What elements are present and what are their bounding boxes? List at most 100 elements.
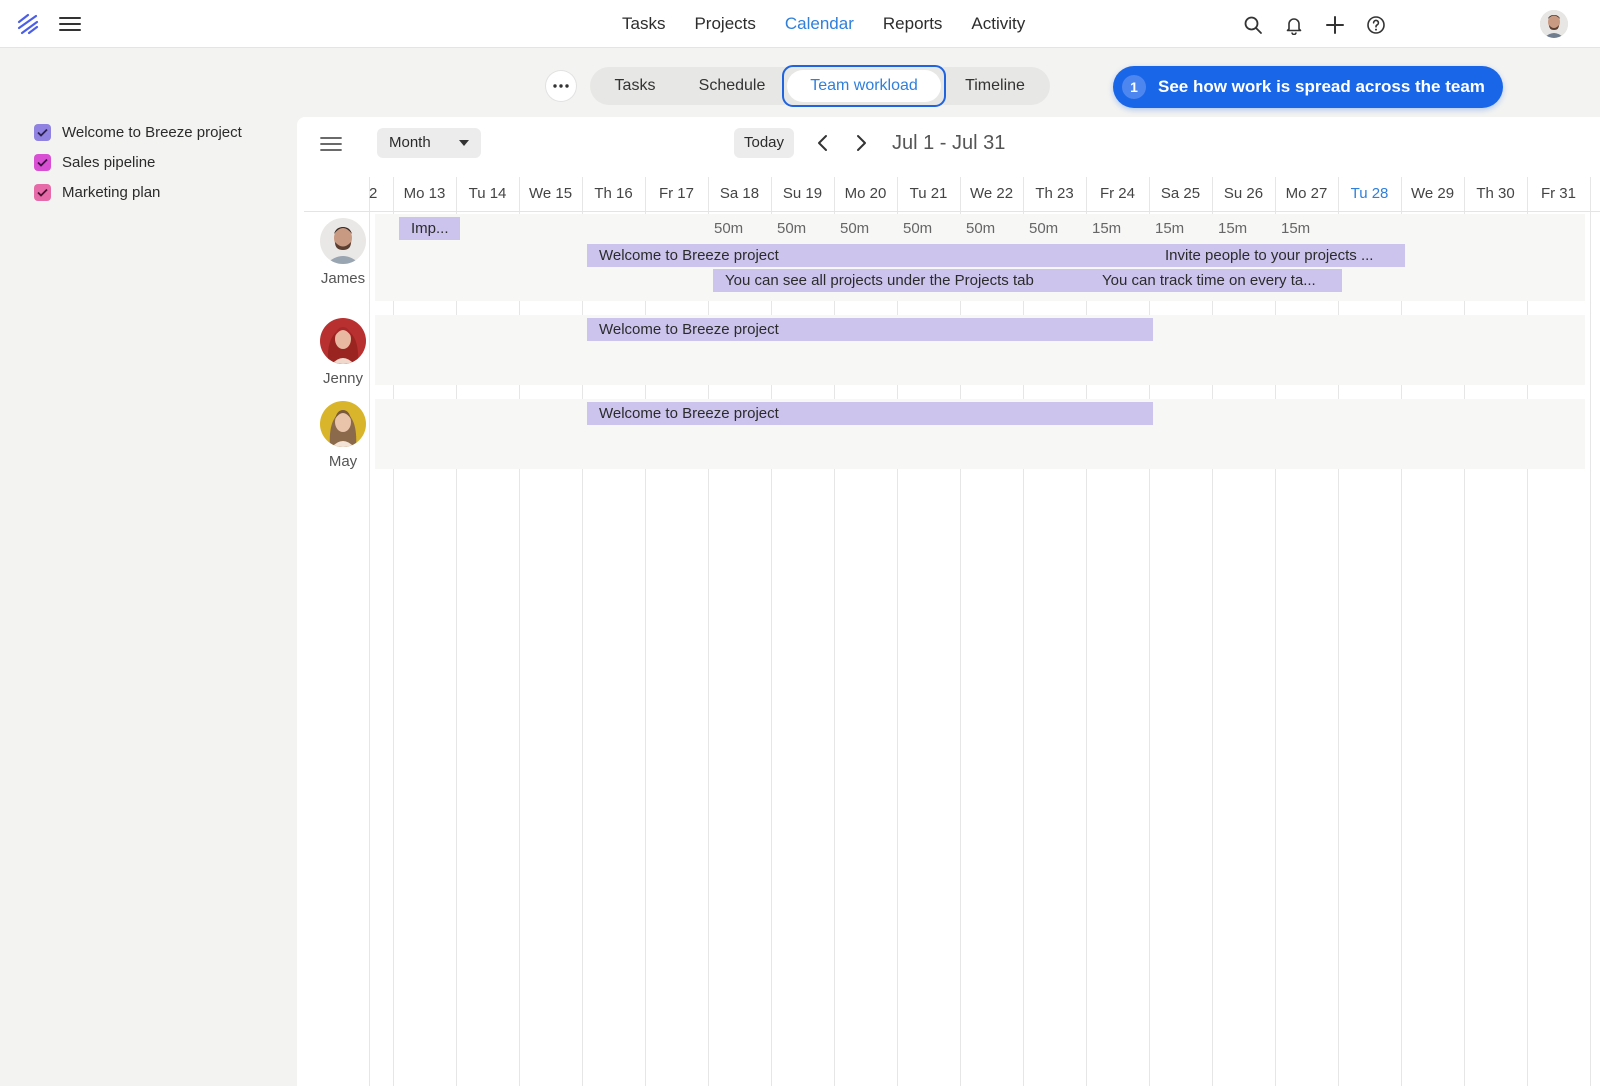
task-bar[interactable]: Invite people to your projects ...	[1153, 244, 1405, 267]
workload-duration: 15m	[1218, 220, 1248, 237]
grid-line	[897, 177, 898, 1086]
view-period-select[interactable]: Month	[377, 128, 481, 158]
person-may[interactable]: May	[308, 401, 378, 470]
day-header: 2	[369, 185, 378, 202]
workload-duration: 50m	[966, 220, 996, 237]
nav-reports[interactable]: Reports	[883, 14, 943, 34]
day-header: We 22	[969, 185, 1014, 202]
task-bar[interactable]: You can see all projects under the Proje…	[713, 269, 1090, 292]
grid-line	[369, 177, 370, 1086]
bell-icon[interactable]	[1284, 15, 1304, 35]
grid-line	[708, 177, 709, 1086]
tip-step-number: 1	[1122, 75, 1146, 99]
task-bar[interactable]: Welcome to Breeze project	[587, 318, 1153, 341]
checkbox-checked-icon[interactable]	[34, 123, 51, 141]
checkbox-checked-icon[interactable]	[34, 153, 51, 171]
grid-line	[1149, 177, 1150, 1086]
grid-line	[456, 177, 457, 1086]
nav-calendar[interactable]: Calendar	[785, 14, 854, 34]
tab-timeline[interactable]: Timeline	[950, 67, 1040, 105]
grid-line	[1527, 177, 1528, 1086]
day-header: We 29	[1410, 185, 1455, 202]
day-header: Fr 24	[1099, 185, 1135, 202]
workload-duration: 15m	[1281, 220, 1311, 237]
workload-duration: 50m	[714, 220, 744, 237]
day-header: Tu 21	[909, 185, 948, 202]
day-header: Su 26	[1223, 185, 1264, 202]
grid-line	[1275, 177, 1276, 1086]
plus-icon[interactable]	[1325, 15, 1345, 35]
grid-line	[771, 177, 772, 1086]
hamburger-menu-icon[interactable]	[58, 14, 82, 34]
grid-line	[393, 177, 394, 1086]
task-bar[interactable]: Welcome to Breeze project	[587, 402, 1153, 425]
grid-line	[960, 177, 961, 1086]
legend-item-sales[interactable]: Sales pipeline	[34, 147, 242, 177]
grid-line	[834, 177, 835, 1086]
day-header: Th 23	[1035, 185, 1074, 202]
help-icon[interactable]	[1366, 15, 1386, 35]
view-period-value: Month	[389, 134, 431, 151]
workload-duration: 50m	[1029, 220, 1059, 237]
day-header: Th 30	[1476, 185, 1515, 202]
more-options-button[interactable]	[546, 71, 576, 101]
today-button[interactable]: Today	[734, 128, 794, 158]
task-bar[interactable]: Imp...	[399, 217, 460, 240]
grid-line	[519, 177, 520, 1086]
nav-tasks[interactable]: Tasks	[622, 14, 665, 34]
tab-team-workload-label: Team workload	[787, 70, 941, 102]
ellipsis-icon	[553, 84, 569, 88]
legend-label: Sales pipeline	[62, 153, 156, 171]
legend-item-marketing[interactable]: Marketing plan	[34, 177, 242, 207]
day-header: Sa 18	[719, 185, 760, 202]
tab-team-workload[interactable]: Team workload	[782, 65, 946, 107]
caret-down-icon	[459, 140, 469, 146]
workload-duration: 50m	[840, 220, 870, 237]
person-name: Jenny	[322, 370, 364, 387]
day-header: Fr 31	[1540, 185, 1576, 202]
top-icons	[1243, 15, 1407, 35]
day-header: Tu 28	[1350, 185, 1389, 202]
onboarding-tip[interactable]: 1 See how work is spread across the team	[1113, 66, 1503, 108]
grid-line	[1086, 177, 1087, 1086]
legend-item-welcome[interactable]: Welcome to Breeze project	[34, 117, 242, 147]
breeze-logo-icon[interactable]	[16, 13, 40, 35]
day-header: Su 19	[782, 185, 823, 202]
view-tabs: Tasks Schedule Team workload Timeline	[590, 65, 1050, 107]
checkbox-checked-icon[interactable]	[34, 183, 51, 201]
tab-schedule[interactable]: Schedule	[682, 67, 782, 105]
grid-line	[1023, 177, 1024, 1086]
person-jenny[interactable]: Jenny	[308, 318, 378, 387]
user-avatar[interactable]	[1540, 10, 1568, 38]
day-header: Sa 25	[1160, 185, 1201, 202]
legend-label: Marketing plan	[62, 183, 161, 201]
person-name: James	[320, 270, 366, 287]
calendar-panel: Month Today Jul 1 - Jul 31 James Jenny M…	[297, 117, 1600, 1086]
grid-line	[1464, 177, 1465, 1086]
chevron-left-icon[interactable]	[813, 133, 833, 153]
search-icon[interactable]	[1243, 15, 1263, 35]
day-header: Tu 14	[468, 185, 507, 202]
task-bar[interactable]: Welcome to Breeze project	[587, 244, 1153, 267]
tab-tasks[interactable]: Tasks	[596, 67, 674, 105]
day-header: Mo 20	[844, 185, 887, 202]
list-menu-icon[interactable]	[319, 134, 343, 154]
workload-duration: 15m	[1092, 220, 1122, 237]
main-nav: Tasks Projects Calendar Reports Activity	[622, 14, 1054, 34]
avatar	[320, 401, 366, 447]
day-header: We 15	[528, 185, 573, 202]
person-james[interactable]: James	[308, 218, 378, 287]
task-bar[interactable]: You can track time on every ta...	[1090, 269, 1342, 292]
day-header: Fr 17	[658, 185, 694, 202]
project-legend: Welcome to Breeze project Sales pipeline…	[34, 117, 242, 207]
grid-line	[645, 177, 646, 1086]
workload-duration: 50m	[903, 220, 933, 237]
top-bar: Tasks Projects Calendar Reports Activity	[0, 0, 1600, 48]
header-divider	[304, 211, 1600, 212]
workload-duration: 15m	[1155, 220, 1185, 237]
nav-projects[interactable]: Projects	[694, 14, 755, 34]
grid-line	[1212, 177, 1213, 1086]
chevron-right-icon[interactable]	[851, 133, 871, 153]
legend-label: Welcome to Breeze project	[62, 123, 242, 141]
nav-activity[interactable]: Activity	[971, 14, 1025, 34]
